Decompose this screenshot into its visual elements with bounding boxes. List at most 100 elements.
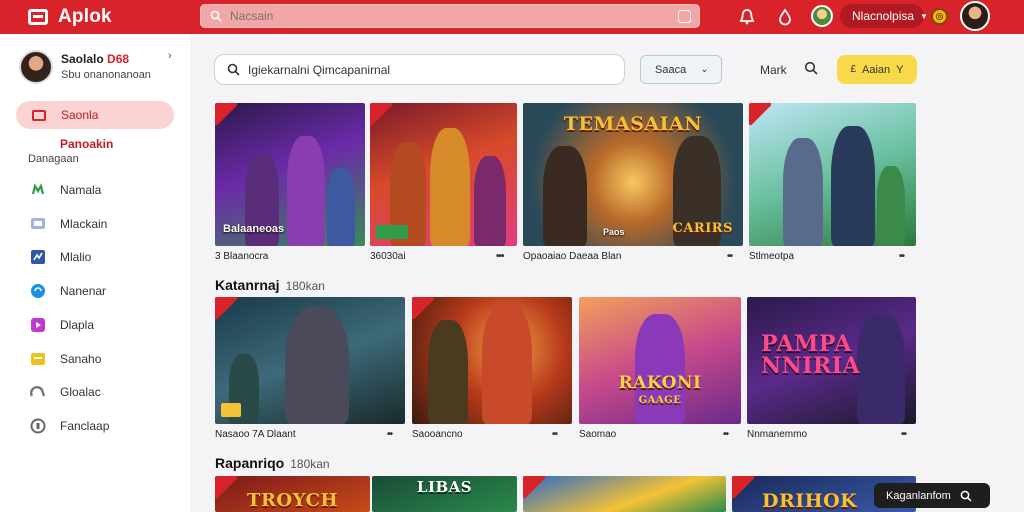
controller-icon xyxy=(31,183,45,195)
thumb-subtitle: GAAGE xyxy=(638,395,682,406)
avatar[interactable] xyxy=(960,1,990,31)
sidebar-item-8[interactable]: Fanclaap xyxy=(30,418,109,434)
sidebar-item-3[interactable]: Mlalio xyxy=(30,249,91,265)
sidebar-section-label: Danagaan xyxy=(28,153,79,165)
more-icon[interactable]: •• xyxy=(723,429,729,440)
game-search[interactable] xyxy=(214,54,625,85)
sidebar-item-label: Sanaho xyxy=(60,352,102,366)
profile-card[interactable]: Saolalo D68 Sbu onanonanoan xyxy=(19,50,151,84)
mark-link[interactable]: Mark xyxy=(760,63,787,77)
globe-icon xyxy=(31,284,45,298)
bell-icon[interactable] xyxy=(738,8,756,26)
search-icon[interactable] xyxy=(804,61,818,75)
profile-name: Saolalo xyxy=(61,52,104,66)
sidebar-item-4[interactable]: Nanenar xyxy=(30,283,106,299)
global-search[interactable] xyxy=(200,4,700,28)
search-icon xyxy=(960,490,972,502)
sidebar-item-label: Dlapla xyxy=(60,318,95,332)
logo-icon xyxy=(28,9,48,25)
chevron-down-icon: ▼ xyxy=(920,11,928,21)
section-title-text: Rapanriqo xyxy=(215,455,285,471)
sidebar-item-label: Nanenar xyxy=(60,284,107,298)
game-thumbnail[interactable]: TEMASAIAN CARIRS Paos xyxy=(523,103,743,246)
more-icon[interactable]: •• xyxy=(899,251,905,262)
more-icon[interactable]: ••• xyxy=(496,251,504,262)
shield-icon xyxy=(30,418,46,434)
game-thumbnail[interactable]: LIBAS xyxy=(372,476,517,512)
more-icon[interactable]: •• xyxy=(387,429,393,440)
global-search-input[interactable] xyxy=(230,9,630,23)
more-icon[interactable]: •• xyxy=(552,429,558,440)
game-thumbnail[interactable]: PAMPA NNIRIA xyxy=(747,297,916,424)
floating-search-tooltip[interactable]: Kaganlanfom xyxy=(874,483,990,508)
action-button-label: Aaian xyxy=(862,63,891,76)
thumb-subtitle: CARIRS xyxy=(672,221,733,236)
coin-icon[interactable]: ◎ xyxy=(931,8,948,25)
search-clear-icon[interactable] xyxy=(678,10,691,23)
sidebar-item-2[interactable]: Mlackain xyxy=(30,216,107,232)
folder-icon xyxy=(31,353,45,365)
sidebar-item-7[interactable]: Gloalac xyxy=(30,384,101,400)
sidebar-item-6[interactable]: Sanaho xyxy=(30,351,101,367)
button-prefix: £ xyxy=(850,64,857,75)
sidebar-item-label: Gloalac xyxy=(60,385,101,399)
search-icon xyxy=(227,63,240,76)
video-icon xyxy=(31,318,45,332)
hot-badge xyxy=(215,103,237,125)
sidebar-item-label: Saonla xyxy=(61,108,99,122)
notification-drop-icon[interactable] xyxy=(776,8,794,26)
thumb-caption: Balaaneoas xyxy=(223,223,285,235)
game-thumbnail[interactable]: RAKONI GAAGE xyxy=(579,297,741,424)
card-label: Nasaoo 7A Dlaant xyxy=(215,429,296,440)
sidebar-item-5[interactable]: Dlapla xyxy=(30,317,94,333)
search-icon xyxy=(210,10,222,22)
mini-avatar[interactable] xyxy=(811,5,833,27)
card-label: 3 Blaanocra xyxy=(215,251,269,262)
sort-label: Saaca xyxy=(655,63,687,76)
sidebar-item-label: Fanclaap xyxy=(60,419,110,433)
sidebar-item-label: Mlackain xyxy=(60,217,108,231)
hot-badge xyxy=(370,103,392,125)
action-button[interactable]: £ Aaian Y xyxy=(837,55,917,84)
card-label: Opaoaiao Daeaa Blan xyxy=(523,251,622,262)
game-thumbnail[interactable]: Balaaneoas xyxy=(215,103,365,246)
app-logo[interactable]: Aplok xyxy=(28,6,178,28)
profile-subtitle: Sbu onanonanoan xyxy=(61,69,151,81)
game-thumbnail[interactable] xyxy=(523,476,726,512)
sidebar-item-label: Namala xyxy=(60,183,102,197)
sidebar: Saolalo D68 Sbu onanonanoan › Saonla Pan… xyxy=(0,34,190,512)
sort-dropdown[interactable]: Saaca ⌄ xyxy=(640,55,722,84)
button-suffix: Y xyxy=(896,63,904,76)
game-search-input[interactable] xyxy=(248,62,608,77)
thumb-title: TROYCH xyxy=(247,490,338,511)
thumb-title: TEMASAIAN xyxy=(563,113,703,135)
more-icon[interactable]: •• xyxy=(727,251,733,262)
hot-badge xyxy=(749,103,771,125)
section-count: 180kan xyxy=(285,279,325,293)
platform-badge xyxy=(376,225,408,239)
sidebar-item-1[interactable]: Namala xyxy=(30,182,101,198)
user-menu-button[interactable]: Nlacnolpisa ▼ xyxy=(840,4,928,28)
sidebar-item-active[interactable]: Saonla xyxy=(16,101,174,129)
card-label: Saomao xyxy=(579,429,617,440)
profile-avatar xyxy=(19,50,53,84)
game-thumbnail[interactable] xyxy=(370,103,517,246)
sidebar-item-label: Mlalio xyxy=(60,250,92,264)
thumb-title: RAKONI xyxy=(618,373,702,393)
chevron-down-icon: ⌄ xyxy=(700,64,709,75)
more-icon[interactable]: •• xyxy=(901,429,907,440)
card-label: Stlmeotpa xyxy=(749,251,795,262)
card-label: Saooancno xyxy=(412,429,463,440)
sidebar-subitem[interactable]: Panoakin xyxy=(60,137,113,151)
game-thumbnail[interactable] xyxy=(215,297,405,424)
game-thumbnail[interactable]: TROYCH xyxy=(215,476,370,512)
user-menu-label: Nlacnolpisa xyxy=(852,9,915,23)
rating-badge xyxy=(221,403,241,417)
chevron-right-icon[interactable]: › xyxy=(168,50,172,62)
thumb-caption: Paos xyxy=(603,227,625,237)
app-name: Aplok xyxy=(58,6,112,27)
game-thumbnail[interactable] xyxy=(749,103,916,246)
game-thumbnail[interactable] xyxy=(412,297,572,424)
cloud-icon xyxy=(30,385,46,397)
section-count: 180kan xyxy=(290,457,330,471)
